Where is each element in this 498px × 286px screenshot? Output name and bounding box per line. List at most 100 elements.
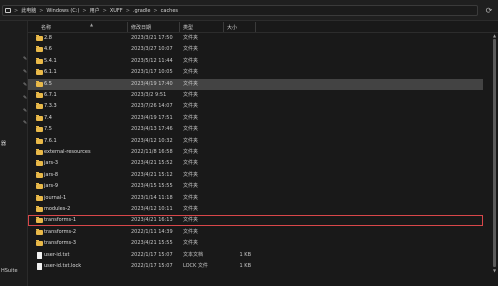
list-item[interactable]: user-id.txt 2022/1/17 15:07 文本文档 1 KB <box>28 250 483 261</box>
item-name: transforms-3 <box>44 240 77 247</box>
list-item[interactable]: 6.1.1 2023/1/17 10:05 文件夹 <box>28 67 483 78</box>
breadcrumb-caches[interactable]: caches <box>161 8 178 14</box>
list-item[interactable]: jars-8 2023/4/21 15:12 文件夹 <box>28 170 483 181</box>
folder-icon <box>36 171 43 178</box>
item-date: 2023/4/19 17:40 <box>131 80 173 87</box>
list-item[interactable]: 7.4 2023/4/19 17:51 文件夹 <box>28 113 483 124</box>
item-name: user-id.txt <box>44 251 70 258</box>
item-type: 文件夹 <box>183 240 199 247</box>
item-date: 2023/3/21 17:50 <box>131 35 173 41</box>
pin-icon[interactable]: ✎ <box>23 96 27 101</box>
item-date: 2023/7/26 14:07 <box>131 103 173 110</box>
folder-icon <box>36 149 43 155</box>
folder-icon <box>36 194 43 201</box>
item-name: 7.4 <box>44 114 52 121</box>
folder-icon <box>36 206 43 212</box>
list-item[interactable]: 7.6.1 2023/4/12 10:32 文件夹 <box>28 136 483 147</box>
folder-icon <box>36 240 43 247</box>
list-item[interactable]: jars-3 2023/4/21 15:52 文件夹 <box>28 158 483 169</box>
list-item[interactable]: 7.3.3 2023/7/26 14:07 文件夹 <box>28 101 483 112</box>
list-item[interactable]: transforms-3 2023/4/21 15:55 文件夹 <box>28 238 483 249</box>
item-type: 文件夹 <box>183 80 199 87</box>
column-name[interactable]: 名称 <box>41 24 51 31</box>
list-item[interactable]: 7.5 2023/4/13 17:46 文件夹 <box>28 124 483 135</box>
folder-icon <box>36 46 43 53</box>
item-date: 2023/4/21 15:55 <box>131 240 173 247</box>
item-name: journal-1 <box>44 194 67 201</box>
list-item[interactable]: external-resources 2022/11/8 16:58 文件夹 <box>28 147 483 158</box>
column-type[interactable]: 类型 <box>183 24 193 31</box>
breadcrumb-this-pc[interactable]: 此电脑 <box>21 7 36 14</box>
breadcrumb-separator: > <box>102 7 107 14</box>
item-date: 2023/4/12 10:11 <box>131 206 173 212</box>
folder-icon <box>36 69 43 76</box>
pin-icon[interactable]: ✎ <box>23 57 27 62</box>
item-type: 文件夹 <box>183 103 199 110</box>
breadcrumb-drive[interactable]: Windows (C:) <box>46 8 79 14</box>
item-name: modules-2 <box>44 206 71 212</box>
vertical-scrollbar[interactable]: ▲ ▼ <box>492 33 497 273</box>
column-divider[interactable] <box>255 22 256 32</box>
pin-icon[interactable]: ✎ <box>23 109 27 114</box>
list-item[interactable]: transforms-1 2023/4/21 16:13 文件夹 <box>28 215 483 227</box>
item-name: 6.5 <box>44 80 52 87</box>
breadcrumb-user[interactable]: XUFF <box>110 8 123 14</box>
item-type: 文件夹 <box>183 46 199 53</box>
column-divider[interactable] <box>223 22 224 32</box>
scroll-up-arrow-icon[interactable]: ▲ <box>492 33 497 38</box>
list-item[interactable]: transforms-2 2022/1/11 14:39 文件夹 <box>28 227 483 238</box>
folder-icon <box>36 35 43 41</box>
pin-icon[interactable]: ✎ <box>23 121 27 126</box>
nav-item-label[interactable]: 器 <box>1 140 6 147</box>
folder-icon <box>36 114 43 121</box>
item-type: 文件夹 <box>183 194 199 201</box>
item-name: external-resources <box>44 149 91 155</box>
item-type: 文本文档 <box>183 251 204 258</box>
list-item[interactable]: modules-2 2023/4/12 10:11 文件夹 <box>28 204 483 215</box>
folder-icon <box>36 92 43 98</box>
column-date[interactable]: 修改日期 <box>131 24 151 31</box>
list-item[interactable]: 6.5 2023/4/19 17:40 文件夹 <box>28 78 483 90</box>
column-divider[interactable] <box>179 22 180 32</box>
folder-icon <box>36 137 43 144</box>
item-name: transforms-2 <box>44 228 77 235</box>
list-item[interactable]: journal-1 2023/1/14 11:18 文件夹 <box>28 193 483 204</box>
breadcrumb-users[interactable]: 用户 <box>90 7 100 14</box>
list-item[interactable]: user-id.txt.lock 2022/1/17 15:07 LOCK 文件 1 … <box>28 261 483 272</box>
item-date: 2022/11/8 16:58 <box>131 149 173 155</box>
item-type: 文件夹 <box>183 160 199 167</box>
pin-icon[interactable]: ✎ <box>23 70 27 75</box>
item-date: 2023/4/21 15:52 <box>131 160 173 167</box>
list-item[interactable]: 5.4.1 2023/5/12 11:44 文件夹 <box>28 56 483 67</box>
folder-icon <box>36 183 43 190</box>
list-item[interactable]: 6.7.1 2023/3/2 9:51 文件夹 <box>28 90 483 101</box>
item-name: 4.6 <box>44 46 52 53</box>
folder-icon <box>36 217 43 224</box>
pin-icon[interactable]: ✎ <box>23 83 27 88</box>
item-date: 2023/3/2 9:51 <box>131 92 167 98</box>
item-type: 文件夹 <box>183 137 199 144</box>
file-icon <box>37 251 42 259</box>
file-list: 2.8 2023/3/21 17:50 文件夹 4.6 2023/3/27 10:07 文… <box>28 33 483 273</box>
item-name: 5.4.1 <box>44 57 57 64</box>
item-name: 7.6.1 <box>44 137 57 144</box>
list-item[interactable]: jars-9 2023/4/15 15:55 文件夹 <box>28 181 483 192</box>
breadcrumb[interactable]: > 此电脑 > Windows (C:) > 用户 > XUFF > .grad… <box>2 5 478 16</box>
folder-icon <box>36 103 43 110</box>
item-date: 2023/1/17 10:05 <box>131 69 173 76</box>
folder-icon <box>36 160 43 167</box>
scroll-down-arrow-icon[interactable]: ▼ <box>492 268 497 273</box>
list-item[interactable]: 4.6 2023/3/27 10:07 文件夹 <box>28 44 483 55</box>
breadcrumb-gradle[interactable]: .gradle <box>133 8 151 14</box>
item-type: 文件夹 <box>183 206 199 212</box>
scrollbar-thumb[interactable] <box>493 39 496 267</box>
item-name: transforms-1 <box>44 217 77 224</box>
item-date: 2022/1/17 15:07 <box>131 251 173 258</box>
refresh-icon[interactable]: ⟳ <box>483 5 495 16</box>
item-date: 2023/4/12 10:32 <box>131 137 173 144</box>
column-divider[interactable] <box>127 22 128 32</box>
item-name: jars-3 <box>44 160 59 167</box>
nav-item-hsuite[interactable]: HSuite <box>1 268 18 274</box>
list-item[interactable]: 2.8 2023/3/21 17:50 文件夹 <box>28 33 483 44</box>
column-size[interactable]: 大小 <box>227 24 237 31</box>
